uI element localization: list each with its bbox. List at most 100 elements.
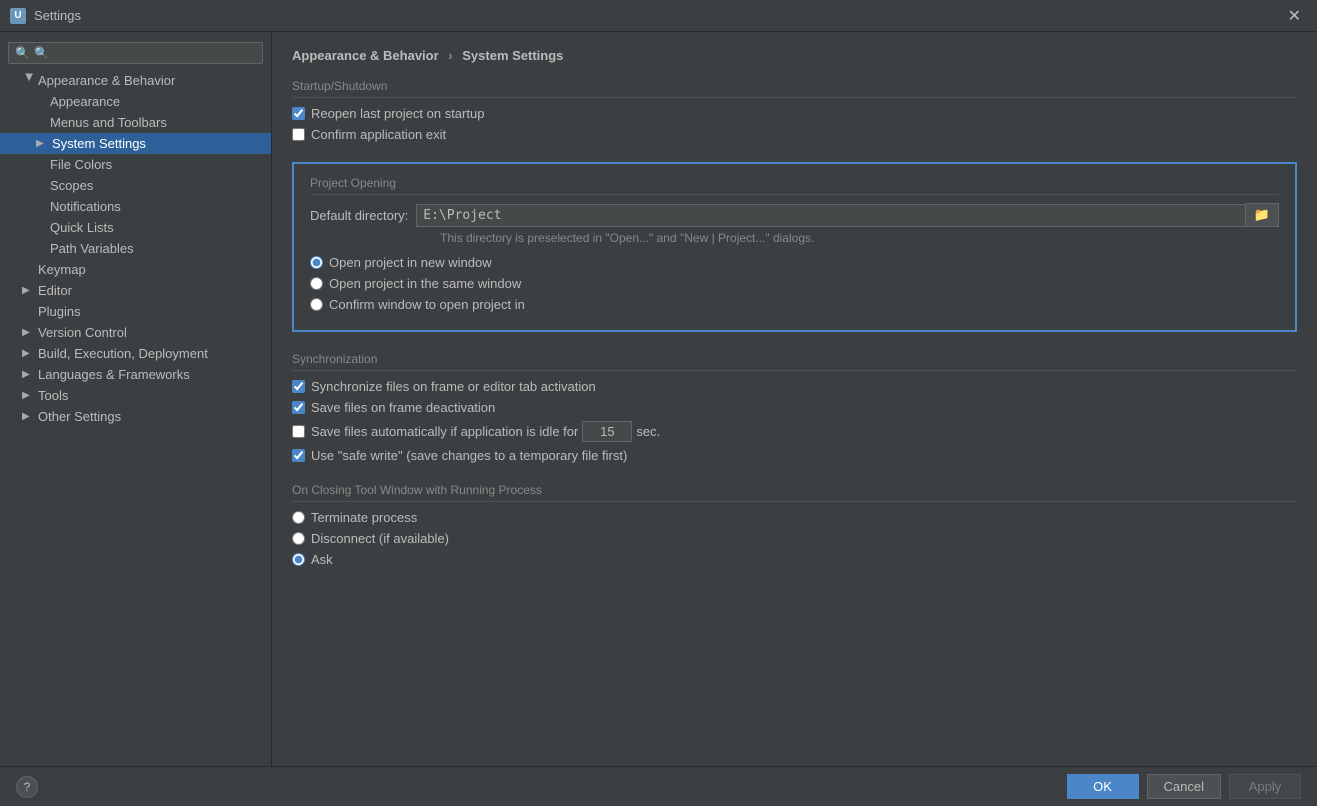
disconnect-row: Disconnect (if available) [292,531,1297,546]
default-dir-input-wrapper: 📁 [416,203,1279,227]
apply-button[interactable]: Apply [1229,774,1301,799]
sidebar-item-file-colors[interactable]: File Colors [0,154,271,175]
open-new-window-row: Open project in new window [310,255,1279,270]
sidebar-item-label: Appearance [50,94,120,109]
sidebar-item-label: Menus and Toolbars [50,115,167,130]
sidebar-item-label: Notifications [50,199,121,214]
save-deactivation-row: Save files on frame deactivation [292,400,1297,415]
sidebar-item-appearance[interactable]: Appearance [0,91,271,112]
sync-files-row: Synchronize files on frame or editor tab… [292,379,1297,394]
save-deactivation-label: Save files on frame deactivation [311,400,495,415]
browse-button[interactable]: 📁 [1246,203,1279,227]
title-bar: U Settings ✕ [0,0,1317,32]
sidebar-item-tools[interactable]: ▶ Tools [0,385,271,406]
save-idle-row: Save files automatically if application … [292,421,1297,442]
breadcrumb: Appearance & Behavior › System Settings [292,48,1297,63]
sidebar-item-quick-lists[interactable]: Quick Lists [0,217,271,238]
confirm-window-label: Confirm window to open project in [329,297,525,312]
close-button[interactable]: ✕ [1282,4,1307,28]
sidebar-item-notifications[interactable]: Notifications [0,196,271,217]
sidebar-item-label: Scopes [50,178,93,193]
app-icon: U [10,8,26,24]
terminate-radio[interactable] [292,511,305,524]
default-dir-input[interactable] [416,204,1246,227]
expand-arrow-icon: ▶ [22,327,36,338]
sidebar-item-label: Appearance & Behavior [38,73,175,88]
sidebar-item-label: Quick Lists [50,220,114,235]
breadcrumb-separator: › [448,48,452,63]
sidebar-item-label: Keymap [38,262,86,277]
sidebar-item-build-execution[interactable]: ▶ Build, Execution, Deployment [0,343,271,364]
default-dir-label: Default directory: [310,208,408,223]
content-area: Appearance & Behavior › System Settings … [272,32,1317,766]
expand-arrow-icon: ▶ [22,348,36,359]
sidebar-item-plugins[interactable]: ▶ Plugins [0,301,271,322]
confirm-window-row: Confirm window to open project in [310,297,1279,312]
safe-write-label: Use "safe write" (save changes to a temp… [311,448,627,463]
terminate-label: Terminate process [311,510,417,525]
safe-write-row: Use "safe write" (save changes to a temp… [292,448,1297,463]
sidebar: 🔍 ▶ Appearance & Behavior Appearance Men… [0,32,272,766]
breadcrumb-path1: Appearance & Behavior [292,48,439,63]
expand-arrow-icon: ▶ [22,411,36,422]
safe-write-checkbox[interactable] [292,449,305,462]
sidebar-item-label: Path Variables [50,241,134,256]
disconnect-label: Disconnect (if available) [311,531,449,546]
save-idle-checkbox[interactable] [292,425,305,438]
idle-time-input[interactable] [582,421,632,442]
search-box[interactable]: 🔍 [8,42,263,64]
default-dir-row: Default directory: 📁 [310,203,1279,227]
sidebar-item-system-settings[interactable]: ▶ System Settings [0,133,271,154]
confirm-exit-row: Confirm application exit [292,127,1297,142]
reopen-project-label: Reopen last project on startup [311,106,484,121]
confirm-window-radio[interactable] [310,298,323,311]
startup-shutdown-title: Startup/Shutdown [292,79,1297,98]
sidebar-item-label: Other Settings [38,409,121,424]
ok-button[interactable]: OK [1067,774,1139,799]
expand-arrow-icon: ▶ [22,285,36,296]
help-button[interactable]: ? [16,776,38,798]
sidebar-item-label: System Settings [52,136,146,151]
sidebar-item-label: Editor [38,283,72,298]
startup-shutdown-section: Startup/Shutdown Reopen last project on … [292,79,1297,142]
synchronization-title: Synchronization [292,352,1297,371]
expand-arrow-icon: ▶ [22,369,36,380]
open-same-window-radio[interactable] [310,277,323,290]
search-icon: 🔍 [15,46,30,60]
open-new-window-radio[interactable] [310,256,323,269]
sidebar-item-menus-toolbars[interactable]: Menus and Toolbars [0,112,271,133]
reopen-project-checkbox[interactable] [292,107,305,120]
breadcrumb-path2: System Settings [462,48,563,63]
sidebar-item-version-control[interactable]: ▶ Version Control [0,322,271,343]
sidebar-item-label: File Colors [50,157,112,172]
synchronization-section: Synchronization Synchronize files on fra… [292,352,1297,463]
terminate-process-row: Terminate process [292,510,1297,525]
project-opening-title: Project Opening [310,176,1279,195]
sync-files-label: Synchronize files on frame or editor tab… [311,379,596,394]
sync-files-checkbox[interactable] [292,380,305,393]
sidebar-item-languages-frameworks[interactable]: ▶ Languages & Frameworks [0,364,271,385]
open-same-window-row: Open project in the same window [310,276,1279,291]
disconnect-radio[interactable] [292,532,305,545]
search-input[interactable] [34,46,256,60]
sidebar-item-other-settings[interactable]: ▶ Other Settings [0,406,271,427]
sidebar-item-label: Plugins [38,304,81,319]
sidebar-item-label: Build, Execution, Deployment [38,346,208,361]
expand-arrow-icon: ▶ [22,390,36,401]
sidebar-item-editor[interactable]: ▶ Editor [0,280,271,301]
ask-row: Ask [292,552,1297,567]
confirm-exit-checkbox[interactable] [292,128,305,141]
save-idle-label: Save files automatically if application … [311,424,578,439]
sidebar-item-path-variables[interactable]: Path Variables [0,238,271,259]
sidebar-item-appearance-behavior[interactable]: ▶ Appearance & Behavior [0,70,271,91]
ask-radio[interactable] [292,553,305,566]
sidebar-item-keymap[interactable]: ▶ Keymap [0,259,271,280]
sidebar-item-label: Languages & Frameworks [38,367,190,382]
bottom-bar: ? OK Cancel Apply [0,766,1317,806]
default-dir-hint: This directory is preselected in "Open..… [310,231,1279,245]
cancel-button[interactable]: Cancel [1147,774,1221,799]
project-opening-section: Project Opening Default directory: 📁 Thi… [292,162,1297,332]
save-deactivation-checkbox[interactable] [292,401,305,414]
expand-arrow-icon: ▶ [24,74,35,88]
sidebar-item-scopes[interactable]: Scopes [0,175,271,196]
